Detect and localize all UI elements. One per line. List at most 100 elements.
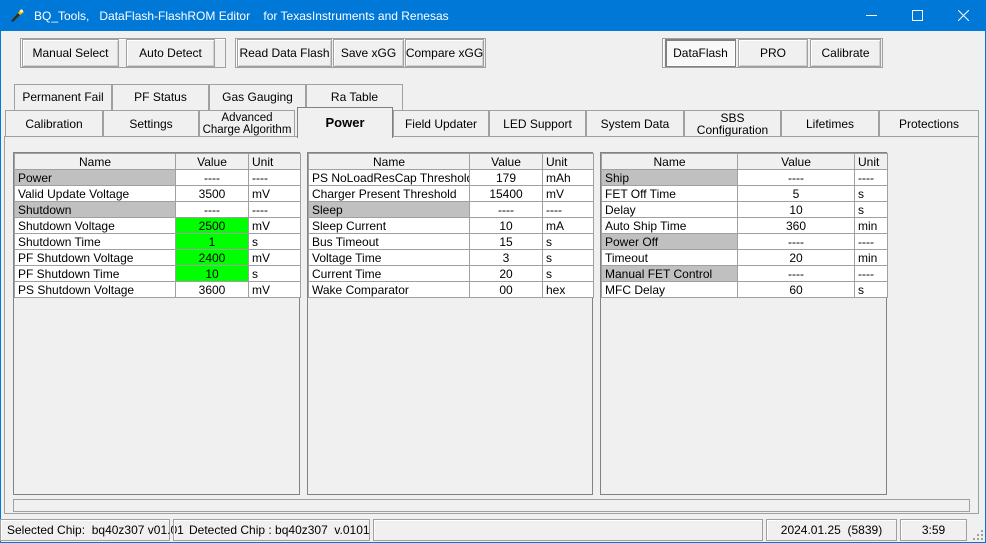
power-shutdown-grid[interactable]: Name Value Unit Power ---- ---- Valid Updat… (13, 152, 301, 495)
name-cell: MFC Delay (601, 281, 738, 298)
window-title: BQ_Tools, DataFlash-FlashROM Editor for … (34, 9, 449, 23)
unit-cell: mV (248, 217, 301, 234)
table-row[interactable]: Auto Ship Time 360 min (601, 217, 888, 234)
section-row[interactable]: Shutdown ---- ---- (14, 201, 301, 218)
dataflash-mode-button[interactable]: DataFlash (665, 39, 736, 67)
unit-cell: s (854, 185, 888, 202)
tab-gas-gauging[interactable]: Gas Gauging (209, 84, 306, 110)
value-cell[interactable]: 15 (469, 233, 543, 250)
value-cell[interactable]: ---- (175, 169, 249, 186)
name-cell: Shutdown (14, 201, 176, 218)
ship-power-off-grid[interactable]: Name Value Unit Ship ---- ---- FET Off Time… (600, 152, 888, 495)
horizontal-scrollbar[interactable] (13, 499, 970, 512)
value-cell[interactable]: 00 (469, 281, 543, 298)
value-cell[interactable]: 20 (469, 265, 543, 282)
section-row[interactable]: Manual FET Control ---- ---- (601, 265, 888, 282)
value-cell[interactable]: 3500 (175, 185, 249, 202)
table-row[interactable]: Shutdown Voltage 2500 mV (14, 217, 301, 234)
value-cell[interactable]: 3 (469, 249, 543, 266)
table-row[interactable]: Charger Present Threshold 15400 mV (308, 185, 594, 202)
value-cell[interactable]: 179 (469, 169, 543, 186)
value-cell[interactable]: ---- (737, 169, 855, 186)
value-cell[interactable]: 2500 (175, 217, 249, 234)
column-header-name[interactable]: Name (308, 153, 470, 170)
table-row[interactable]: Current Time 20 s (308, 265, 594, 282)
value-cell[interactable]: ---- (175, 201, 249, 218)
value-cell[interactable]: 10 (737, 201, 855, 218)
table-row[interactable]: PS Shutdown Voltage 3600 mV (14, 281, 301, 298)
tab-permanent-fail[interactable]: Permanent Fail (14, 84, 112, 110)
value-cell[interactable]: ---- (469, 201, 543, 218)
table-row[interactable]: Voltage Time 3 s (308, 249, 594, 266)
name-cell: Valid Update Voltage (14, 185, 176, 202)
value-cell[interactable]: 1 (175, 233, 249, 250)
section-row[interactable]: Power Off ---- ---- (601, 233, 888, 250)
value-cell[interactable]: 5 (737, 185, 855, 202)
table-row[interactable]: Wake Comparator 00 hex (308, 281, 594, 298)
table-row[interactable]: MFC Delay 60 s (601, 281, 888, 298)
section-row[interactable]: Power ---- ---- (14, 169, 301, 186)
tab-lifetimes[interactable]: Lifetimes (781, 110, 879, 137)
value-cell[interactable]: 10 (469, 217, 543, 234)
selected-chip-status: Selected Chip: bq40z307 v01.01 (0, 519, 184, 541)
tab-settings[interactable]: Settings (103, 110, 199, 137)
manual-select-button[interactable]: Manual Select (22, 39, 119, 67)
tab-led-support[interactable]: LED Support (489, 110, 586, 137)
value-cell[interactable]: 360 (737, 217, 855, 234)
resize-grip-icon[interactable] (972, 529, 984, 541)
name-cell: Power Off (601, 233, 738, 250)
tab-sbs-configuration[interactable]: SBS Configuration (684, 110, 781, 137)
tab-pf-status[interactable]: PF Status (112, 84, 209, 110)
column-header-unit[interactable]: Unit (542, 153, 594, 170)
charger-sleep-grid[interactable]: Name Value Unit PS NoLoadResCap Threshol… (307, 152, 594, 495)
table-row[interactable]: Bus Timeout 15 s (308, 233, 594, 250)
read-data-flash-button[interactable]: Read Data Flash (237, 39, 332, 67)
section-row[interactable]: Sleep ---- ---- (308, 201, 594, 218)
value-cell[interactable]: 15400 (469, 185, 543, 202)
maximize-button[interactable] (894, 0, 940, 31)
table-row[interactable]: PF Shutdown Time 10 s (14, 265, 301, 282)
column-header-value[interactable]: Value (737, 153, 855, 170)
close-button[interactable] (940, 0, 986, 31)
table-row[interactable]: Sleep Current 10 mA (308, 217, 594, 234)
table-row[interactable]: Valid Update Voltage 3500 mV (14, 185, 301, 202)
unit-cell: ---- (854, 169, 888, 186)
section-row[interactable]: Ship ---- ---- (601, 169, 888, 186)
tab-calibration[interactable]: Calibration (5, 110, 103, 137)
value-cell[interactable]: 2400 (175, 249, 249, 266)
value-cell[interactable]: 20 (737, 249, 855, 266)
build-date-status: 2024.01.25 (5839) (766, 519, 897, 541)
value-cell[interactable]: 10 (175, 265, 249, 282)
pro-mode-button[interactable]: PRO (738, 39, 808, 67)
tab-power[interactable]: Power (297, 107, 393, 138)
column-header-value[interactable]: Value (175, 153, 249, 170)
value-cell[interactable]: ---- (737, 265, 855, 282)
tab-advanced-charge-algorithm[interactable]: Advanced Charge Algorithm (199, 110, 295, 137)
name-cell: Power (14, 169, 176, 186)
calibrate-mode-button[interactable]: Calibrate (810, 39, 881, 67)
table-row[interactable]: Delay 10 s (601, 201, 888, 218)
value-cell[interactable]: 3600 (175, 281, 249, 298)
auto-detect-button[interactable]: Auto Detect (126, 39, 215, 67)
tab-protections[interactable]: Protections (879, 110, 979, 137)
value-cell[interactable]: ---- (737, 233, 855, 250)
column-header-unit[interactable]: Unit (248, 153, 301, 170)
name-cell: Manual FET Control (601, 265, 738, 282)
value-cell[interactable]: 60 (737, 281, 855, 298)
table-row[interactable]: FET Off Time 5 s (601, 185, 888, 202)
tab-field-updater[interactable]: Field Updater (393, 110, 489, 137)
save-xgg-button[interactable]: Save xGG (333, 39, 404, 67)
table-row[interactable]: Timeout 20 min (601, 249, 888, 266)
name-cell: Ship (601, 169, 738, 186)
table-row[interactable]: Shutdown Time 1 s (14, 233, 301, 250)
column-header-unit[interactable]: Unit (854, 153, 888, 170)
compare-xgg-button[interactable]: Compare xGG (405, 39, 484, 67)
table-row[interactable]: PS NoLoadResCap Threshold 179 mAh (308, 169, 594, 186)
unit-cell: ---- (854, 233, 888, 250)
minimize-button[interactable] (848, 0, 894, 31)
column-header-name[interactable]: Name (14, 153, 176, 170)
column-header-value[interactable]: Value (469, 153, 543, 170)
tab-system-data[interactable]: System Data (586, 110, 684, 137)
table-row[interactable]: PF Shutdown Voltage 2400 mV (14, 249, 301, 266)
column-header-name[interactable]: Name (601, 153, 738, 170)
